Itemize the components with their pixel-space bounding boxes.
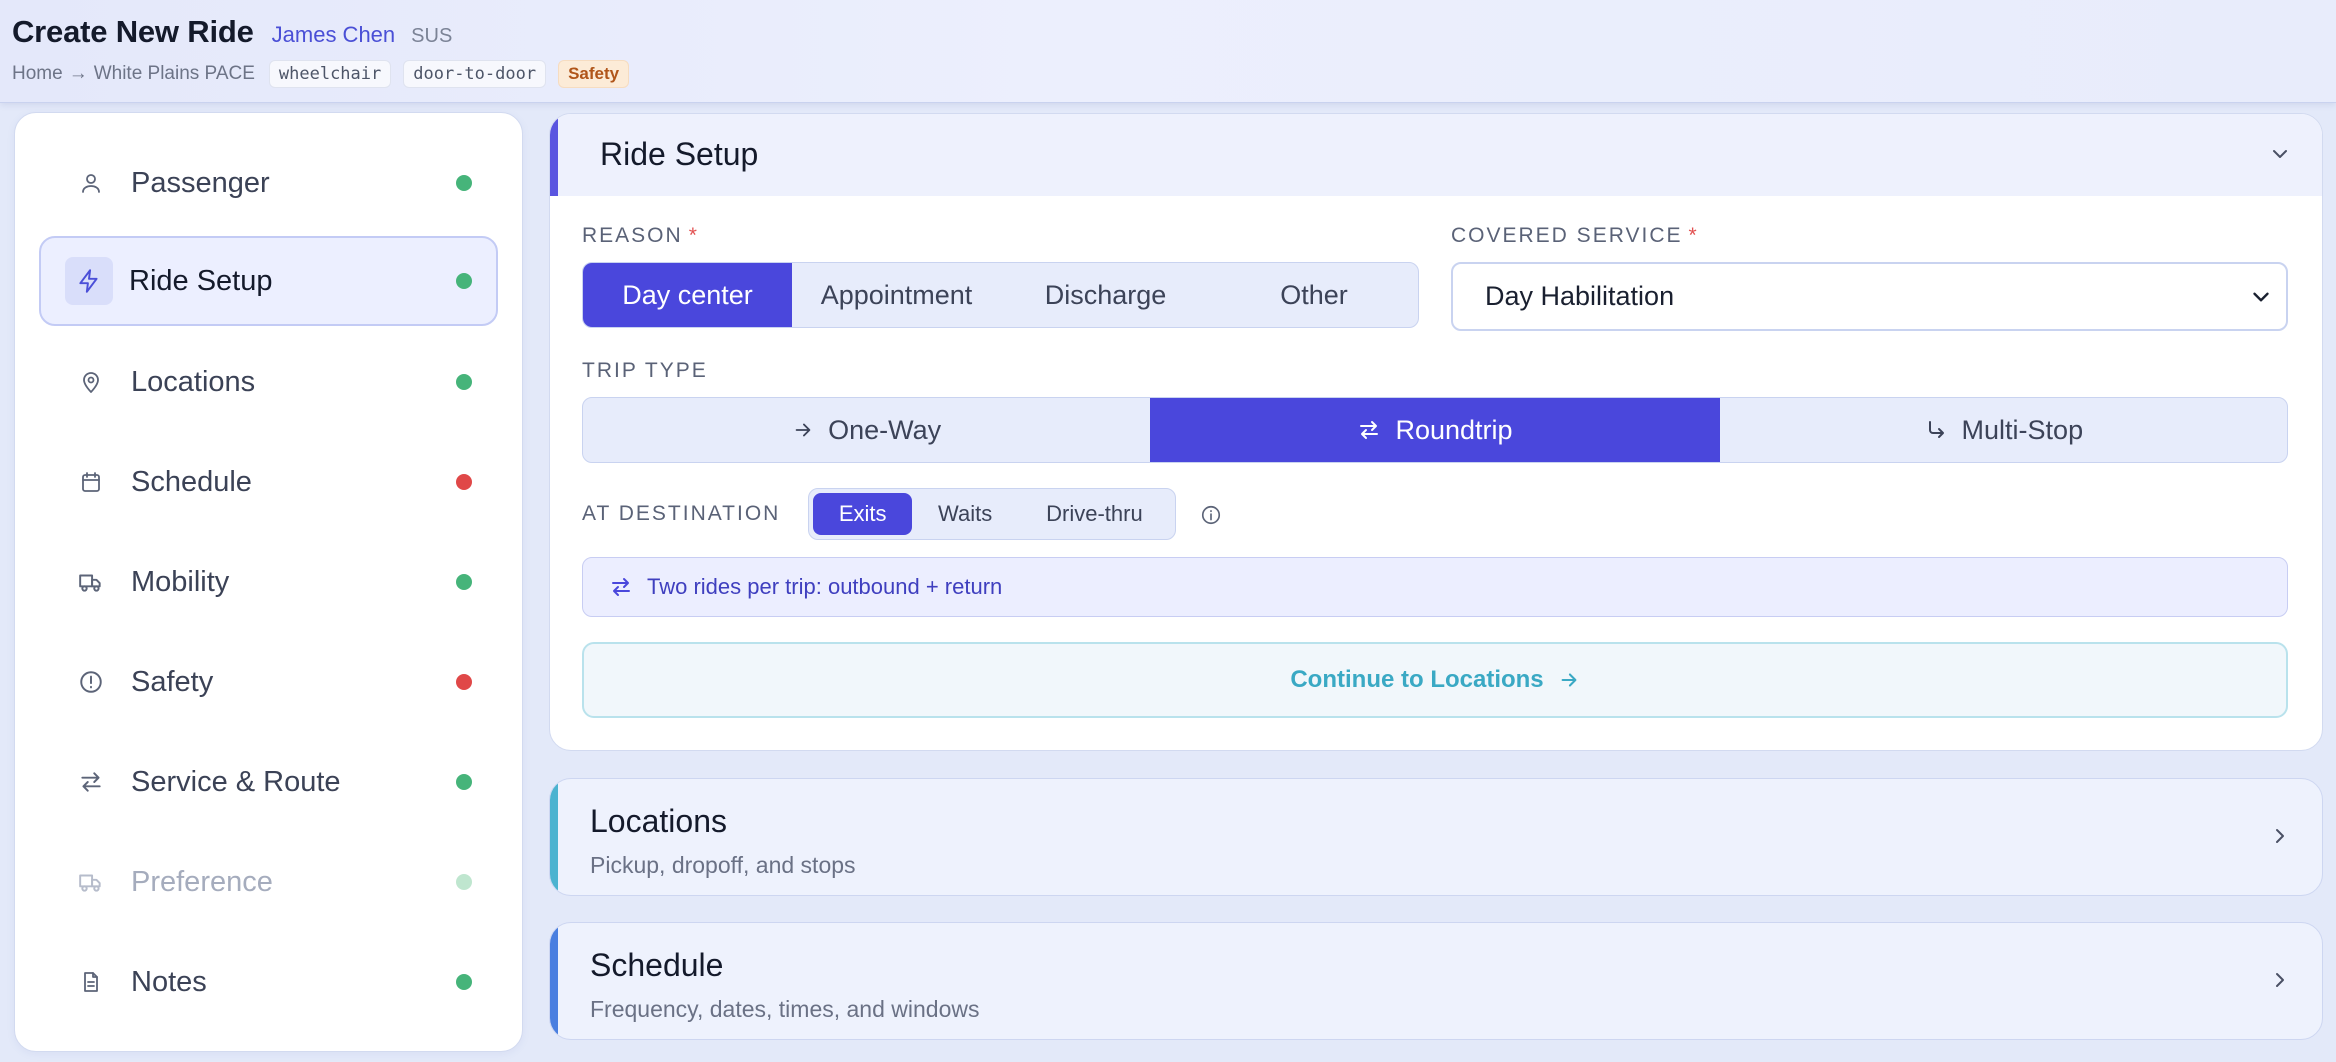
sidebar-item-label: Preference [131, 865, 273, 898]
status-dot-complete [456, 273, 472, 289]
truck-icon [67, 558, 115, 606]
covered-service-label: COVERED SERVICE * [1451, 224, 1699, 248]
arrows-swap-icon [609, 575, 633, 599]
breadcrumb-separator: → [68, 63, 88, 84]
covered-service-select[interactable]: Day Habilitation [1451, 262, 2288, 331]
at-destination-drive-thru[interactable]: Drive-thru [1018, 493, 1171, 535]
status-dot-incomplete [456, 474, 472, 490]
reason-label-text: REASON [582, 224, 683, 247]
calendar-icon [67, 458, 115, 506]
map-pin-icon [67, 358, 115, 406]
user-icon [67, 159, 115, 207]
passenger-name-link[interactable]: James Chen [272, 22, 396, 48]
at-destination-exits[interactable]: Exits [813, 493, 913, 535]
status-dot-complete [456, 374, 472, 390]
trip-type-label: TRIP TYPE [582, 359, 708, 382]
schedule-card[interactable]: Schedule Frequency, dates, times, and wi… [549, 922, 2323, 1040]
reason-option-discharge[interactable]: Discharge [1001, 263, 1210, 327]
corner-down-right-icon [1924, 418, 1948, 442]
status-dot-complete [456, 175, 472, 191]
arrow-right-icon [1558, 669, 1580, 691]
info-icon[interactable] [1200, 504, 1222, 526]
section-sidebar: Passenger Ride Setup Locations Schedule … [14, 112, 523, 1052]
breadcrumb-current: White Plains PACE [93, 63, 255, 84]
arrow-right-icon [792, 419, 814, 441]
tag-safety: Safety [558, 60, 630, 88]
covered-service-value: Day Habilitation [1485, 281, 1675, 311]
trip-type-roundtrip-label: Roundtrip [1395, 414, 1513, 445]
locations-card[interactable]: Locations Pickup, dropoff, and stops [549, 778, 2323, 896]
reason-label: REASON * [582, 224, 699, 248]
sidebar-item-label: Schedule [131, 465, 252, 498]
at-destination-waits[interactable]: Waits [912, 493, 1017, 535]
tag-door-to-door: door-to-door [403, 60, 547, 88]
trip-type-multi-stop-label: Multi-Stop [1961, 414, 2084, 445]
roundtrip-info-note: Two rides per trip: outbound + return [582, 557, 2288, 617]
reason-option-appointment[interactable]: Appointment [792, 263, 1001, 327]
required-mark: * [688, 224, 699, 247]
sidebar-item-service-route[interactable]: Service & Route [39, 737, 498, 827]
sidebar-item-schedule[interactable]: Schedule [39, 437, 498, 527]
schedule-card-title: Schedule [590, 947, 724, 983]
covered-service-label-text: COVERED SERVICE [1451, 224, 1683, 247]
chevron-down-icon[interactable] [2268, 142, 2292, 166]
sidebar-item-notes[interactable]: Notes [39, 937, 498, 1027]
sidebar-item-label: Notes [131, 965, 207, 998]
arrows-swap-icon [1357, 418, 1381, 442]
sidebar-item-locations[interactable]: Locations [39, 337, 498, 427]
roundtrip-info-text: Two rides per trip: outbound + return [647, 574, 1003, 599]
chevron-right-icon[interactable] [2268, 968, 2292, 992]
locations-card-title: Locations [590, 803, 727, 839]
sidebar-item-ride-setup[interactable]: Ride Setup [39, 236, 498, 326]
sidebar-item-label: Safety [131, 665, 214, 698]
lightning-icon [65, 257, 113, 305]
reason-option-other[interactable]: Other [1210, 263, 1418, 327]
reason-option-day-center[interactable]: Day center [583, 263, 792, 327]
ride-setup-title: Ride Setup [600, 136, 759, 172]
sidebar-item-passenger[interactable]: Passenger [39, 138, 498, 228]
status-dot-complete [456, 574, 472, 590]
status-dot-complete [456, 774, 472, 790]
status-dot-complete [456, 974, 472, 990]
schedule-accent-bar [550, 923, 558, 1039]
trip-type-one-way[interactable]: One-Way [583, 398, 1150, 462]
schedule-card-subtitle: Frequency, dates, times, and windows [590, 996, 980, 1022]
sidebar-item-label: Passenger [131, 166, 270, 199]
continue-label: Continue to Locations [1290, 666, 1544, 693]
ride-setup-header[interactable]: Ride Setup [550, 114, 2322, 196]
status-dot-disabled [456, 874, 472, 890]
ride-setup-panel: Ride Setup REASON * Day center Appointmen… [549, 113, 2323, 751]
truck-icon [67, 858, 115, 906]
sidebar-item-preference[interactable]: Preference [39, 837, 498, 927]
sidebar-item-mobility[interactable]: Mobility [39, 537, 498, 627]
chevron-right-icon[interactable] [2268, 824, 2292, 848]
breadcrumb: Home → White Plains PACE wheelchair door… [12, 60, 630, 88]
sidebar-item-label: Ride Setup [129, 264, 273, 297]
trip-type-roundtrip[interactable]: Roundtrip [1150, 398, 1720, 462]
at-destination-label: AT DESTINATION [582, 502, 781, 525]
user-tag: SUS [411, 25, 453, 47]
at-destination-segmented-control: Exits Waits Drive-thru [808, 488, 1176, 540]
sidebar-item-safety[interactable]: Safety [39, 637, 498, 727]
sidebar-item-label: Mobility [131, 565, 230, 598]
arrows-swap-icon [67, 758, 115, 806]
chevron-down-icon [2248, 284, 2274, 310]
tag-wheelchair: wheelchair [268, 60, 392, 88]
page-header: Create New Ride James Chen SUS Home → Wh… [0, 0, 2336, 103]
locations-card-subtitle: Pickup, dropoff, and stops [590, 852, 856, 878]
locations-accent-bar [550, 779, 558, 895]
reason-segmented-control: Day center Appointment Discharge Other [582, 262, 1419, 328]
status-dot-incomplete [456, 674, 472, 690]
required-mark: * [1688, 224, 1699, 247]
breadcrumb-home[interactable]: Home [12, 63, 63, 85]
document-icon [67, 958, 115, 1006]
trip-type-one-way-label: One-Way [828, 414, 942, 445]
sidebar-item-label: Locations [131, 365, 256, 398]
page-title: Create New Ride [12, 14, 254, 49]
continue-to-locations-button[interactable]: Continue to Locations [582, 642, 2288, 718]
trip-type-segmented-control: One-Way Roundtrip Multi-Stop [582, 397, 2288, 463]
sidebar-item-label: Service & Route [131, 765, 341, 798]
trip-type-multi-stop[interactable]: Multi-Stop [1720, 398, 2287, 462]
alert-circle-icon [67, 658, 115, 706]
